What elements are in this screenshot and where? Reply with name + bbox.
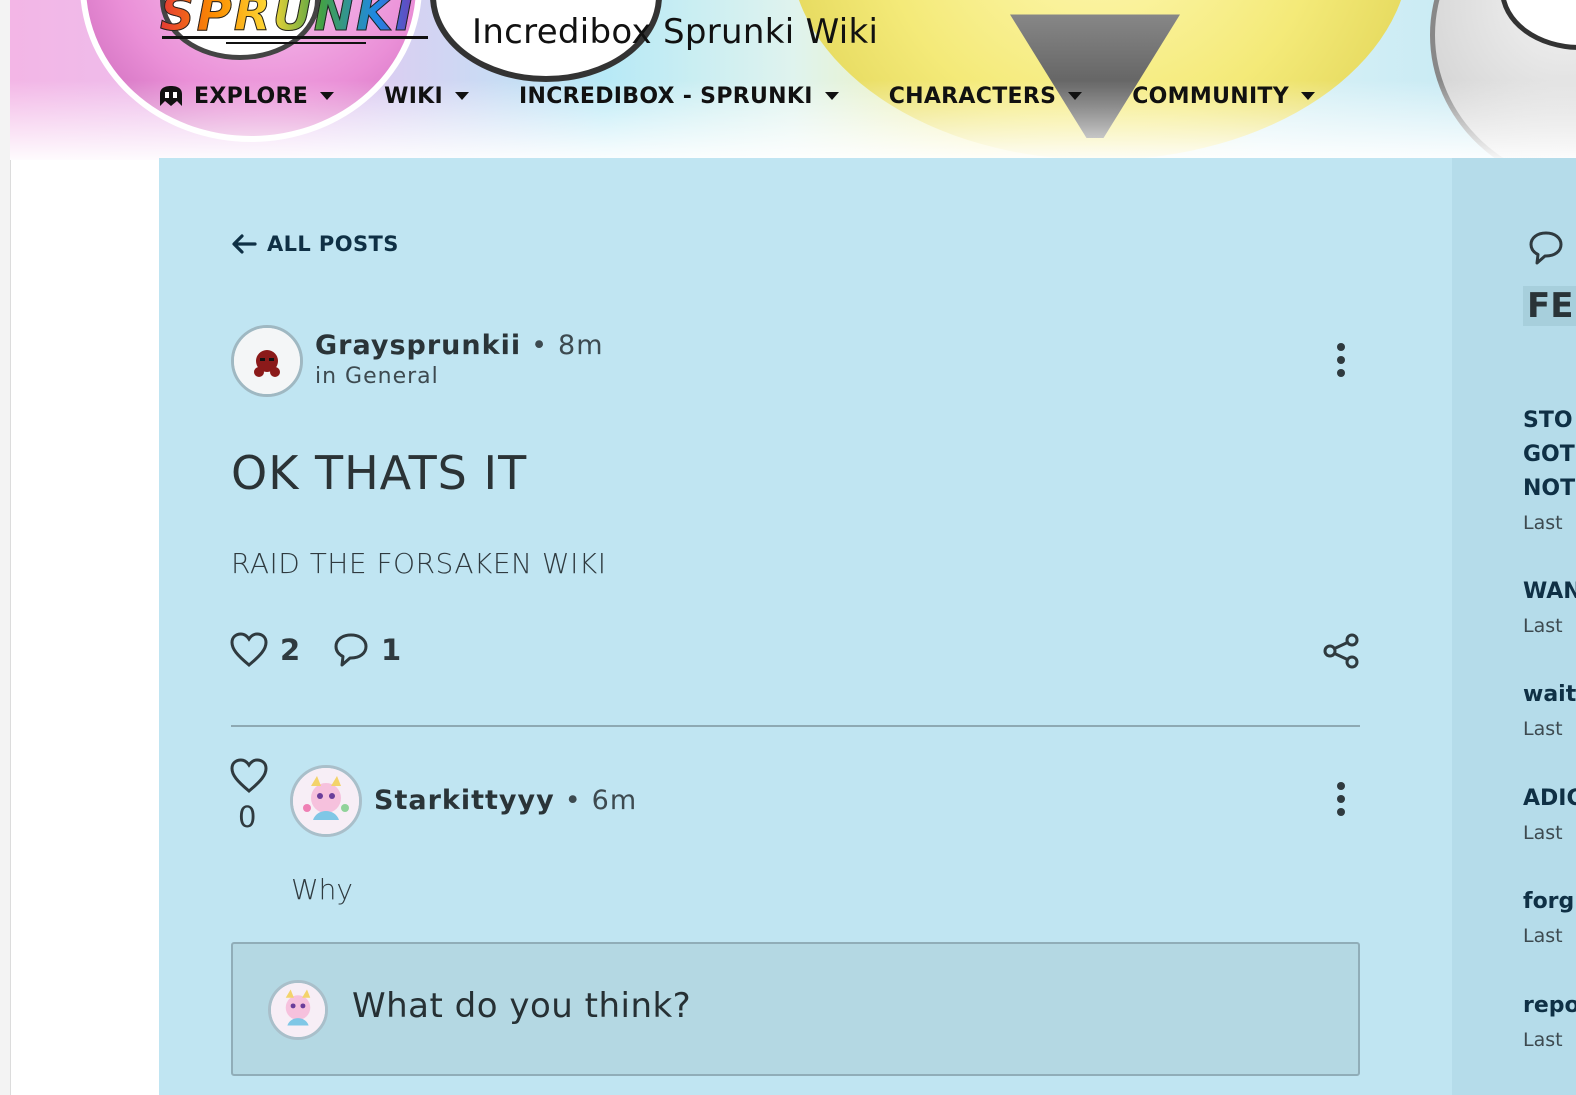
separator-dot: •	[564, 785, 582, 816]
rail-post-title-line: STO	[1523, 408, 1573, 433]
rail-post-meta: Last	[1523, 615, 1563, 637]
post-author: Graysprunkii • 8m	[315, 330, 604, 361]
post-comments-button[interactable]: 1	[333, 632, 401, 668]
rail-post-title-line: GOT	[1523, 442, 1575, 467]
rail-post-link[interactable]: repo	[1523, 989, 1576, 1023]
all-posts-label: ALL POSTS	[267, 232, 399, 256]
comment-like-count: 0	[238, 800, 257, 834]
commenter-avatar-image	[293, 768, 359, 834]
post-title: OK THATS IT	[231, 446, 528, 500]
rail-post-meta: Last	[1523, 512, 1563, 534]
comment-body: Why	[291, 873, 354, 906]
browser-left-edge	[0, 0, 11, 1095]
reply-placeholder[interactable]: What do you think?	[352, 986, 691, 1026]
caret-down-icon	[824, 92, 839, 100]
comment-more-options-icon[interactable]	[1334, 782, 1348, 822]
rail-post-link[interactable]: WAN	[1523, 575, 1576, 609]
share-icon	[1323, 633, 1359, 669]
avatar	[268, 980, 328, 1040]
nav-explore-label: EXPLORE	[194, 83, 309, 109]
post-like-count: 2	[280, 633, 301, 667]
post-time: 8m	[558, 330, 604, 361]
caret-down-icon	[320, 92, 335, 100]
nav-explore[interactable]: EXPLORE	[158, 83, 335, 109]
rail-post-title-line: forg	[1523, 889, 1575, 914]
comment-bubble-icon	[1529, 231, 1563, 265]
rail-post-link[interactable]: wait	[1523, 678, 1576, 712]
rail-post-meta: Last	[1523, 925, 1563, 947]
nav-incredibox-sprunki[interactable]: INCREDIBOX - SPRUNKI	[519, 84, 839, 109]
rail-post-link[interactable]: forg	[1523, 885, 1574, 919]
post-more-options-icon[interactable]	[1334, 343, 1348, 383]
rail-post-title-line: wait	[1523, 682, 1576, 707]
share-button[interactable]	[1322, 633, 1372, 669]
avatar[interactable]	[231, 325, 303, 397]
comment-like-button[interactable]	[229, 758, 269, 798]
post-divider	[231, 725, 1360, 727]
rail-post-title-line: ADIC	[1523, 786, 1576, 811]
rail-post-title-line: NOT	[1523, 476, 1576, 501]
rail-heading: FE	[1523, 286, 1576, 326]
comment-time: 6m	[591, 785, 638, 816]
caret-down-icon	[455, 92, 470, 100]
arrow-left-icon	[232, 234, 257, 254]
site-title[interactable]: Incredibox Sprunki Wiki	[472, 10, 878, 54]
post-comment-count: 1	[381, 633, 402, 667]
explore-ghost-icon	[160, 86, 182, 106]
separator-dot: •	[531, 330, 549, 361]
post-body: RAID THE FORSAKEN WIKI	[231, 547, 607, 580]
heart-icon	[230, 758, 268, 793]
nav-community-label: COMMUNITY	[1132, 83, 1289, 109]
author-avatar-image	[234, 328, 300, 394]
rail-post-link[interactable]: ADIC	[1523, 782, 1576, 816]
avatar[interactable]	[290, 765, 362, 837]
nav-characters-label: CHARACTERS	[888, 83, 1057, 109]
nav-characters[interactable]: CHARACTERS	[889, 84, 1083, 109]
nav-incredibox-sprunki-label: INCREDIBOX - SPRUNKI	[519, 83, 813, 109]
rail-post-title-line: WAN	[1523, 579, 1576, 604]
main-nav: EXPLORE WIKI INCREDIBOX - SPRUNKI CHARAC…	[158, 78, 1365, 114]
rail-post-meta: Last	[1523, 718, 1563, 740]
rail-post-meta: Last	[1523, 1029, 1563, 1051]
comment-bubble-icon	[334, 633, 368, 667]
rail-post-title-line: repo	[1523, 993, 1576, 1018]
caret-down-icon	[1300, 92, 1315, 100]
logo-underline-secondary	[226, 42, 366, 44]
nav-wiki-label: WIKI	[384, 83, 444, 109]
post-author-name[interactable]: Graysprunkii	[315, 330, 521, 361]
rail-post-meta: Last	[1523, 822, 1563, 844]
logo-underline	[162, 36, 428, 39]
nav-community[interactable]: COMMUNITY	[1132, 84, 1315, 109]
current-user-avatar-image	[271, 983, 325, 1037]
post-like-button[interactable]: 2	[230, 632, 300, 668]
post-category[interactable]: in General	[315, 364, 439, 389]
rail-post-link[interactable]: STO GOT NOT	[1523, 404, 1575, 506]
site-logo[interactable]: SPRUNKI	[160, 0, 430, 46]
heart-icon	[230, 632, 268, 667]
comment-author: Starkittyyy • 6m	[374, 785, 637, 816]
all-posts-link[interactable]: ALL POSTS	[231, 232, 399, 256]
nav-wiki[interactable]: WIKI	[384, 83, 470, 109]
caret-down-icon	[1068, 92, 1083, 100]
comment-author-name[interactable]: Starkittyyy	[374, 785, 555, 816]
